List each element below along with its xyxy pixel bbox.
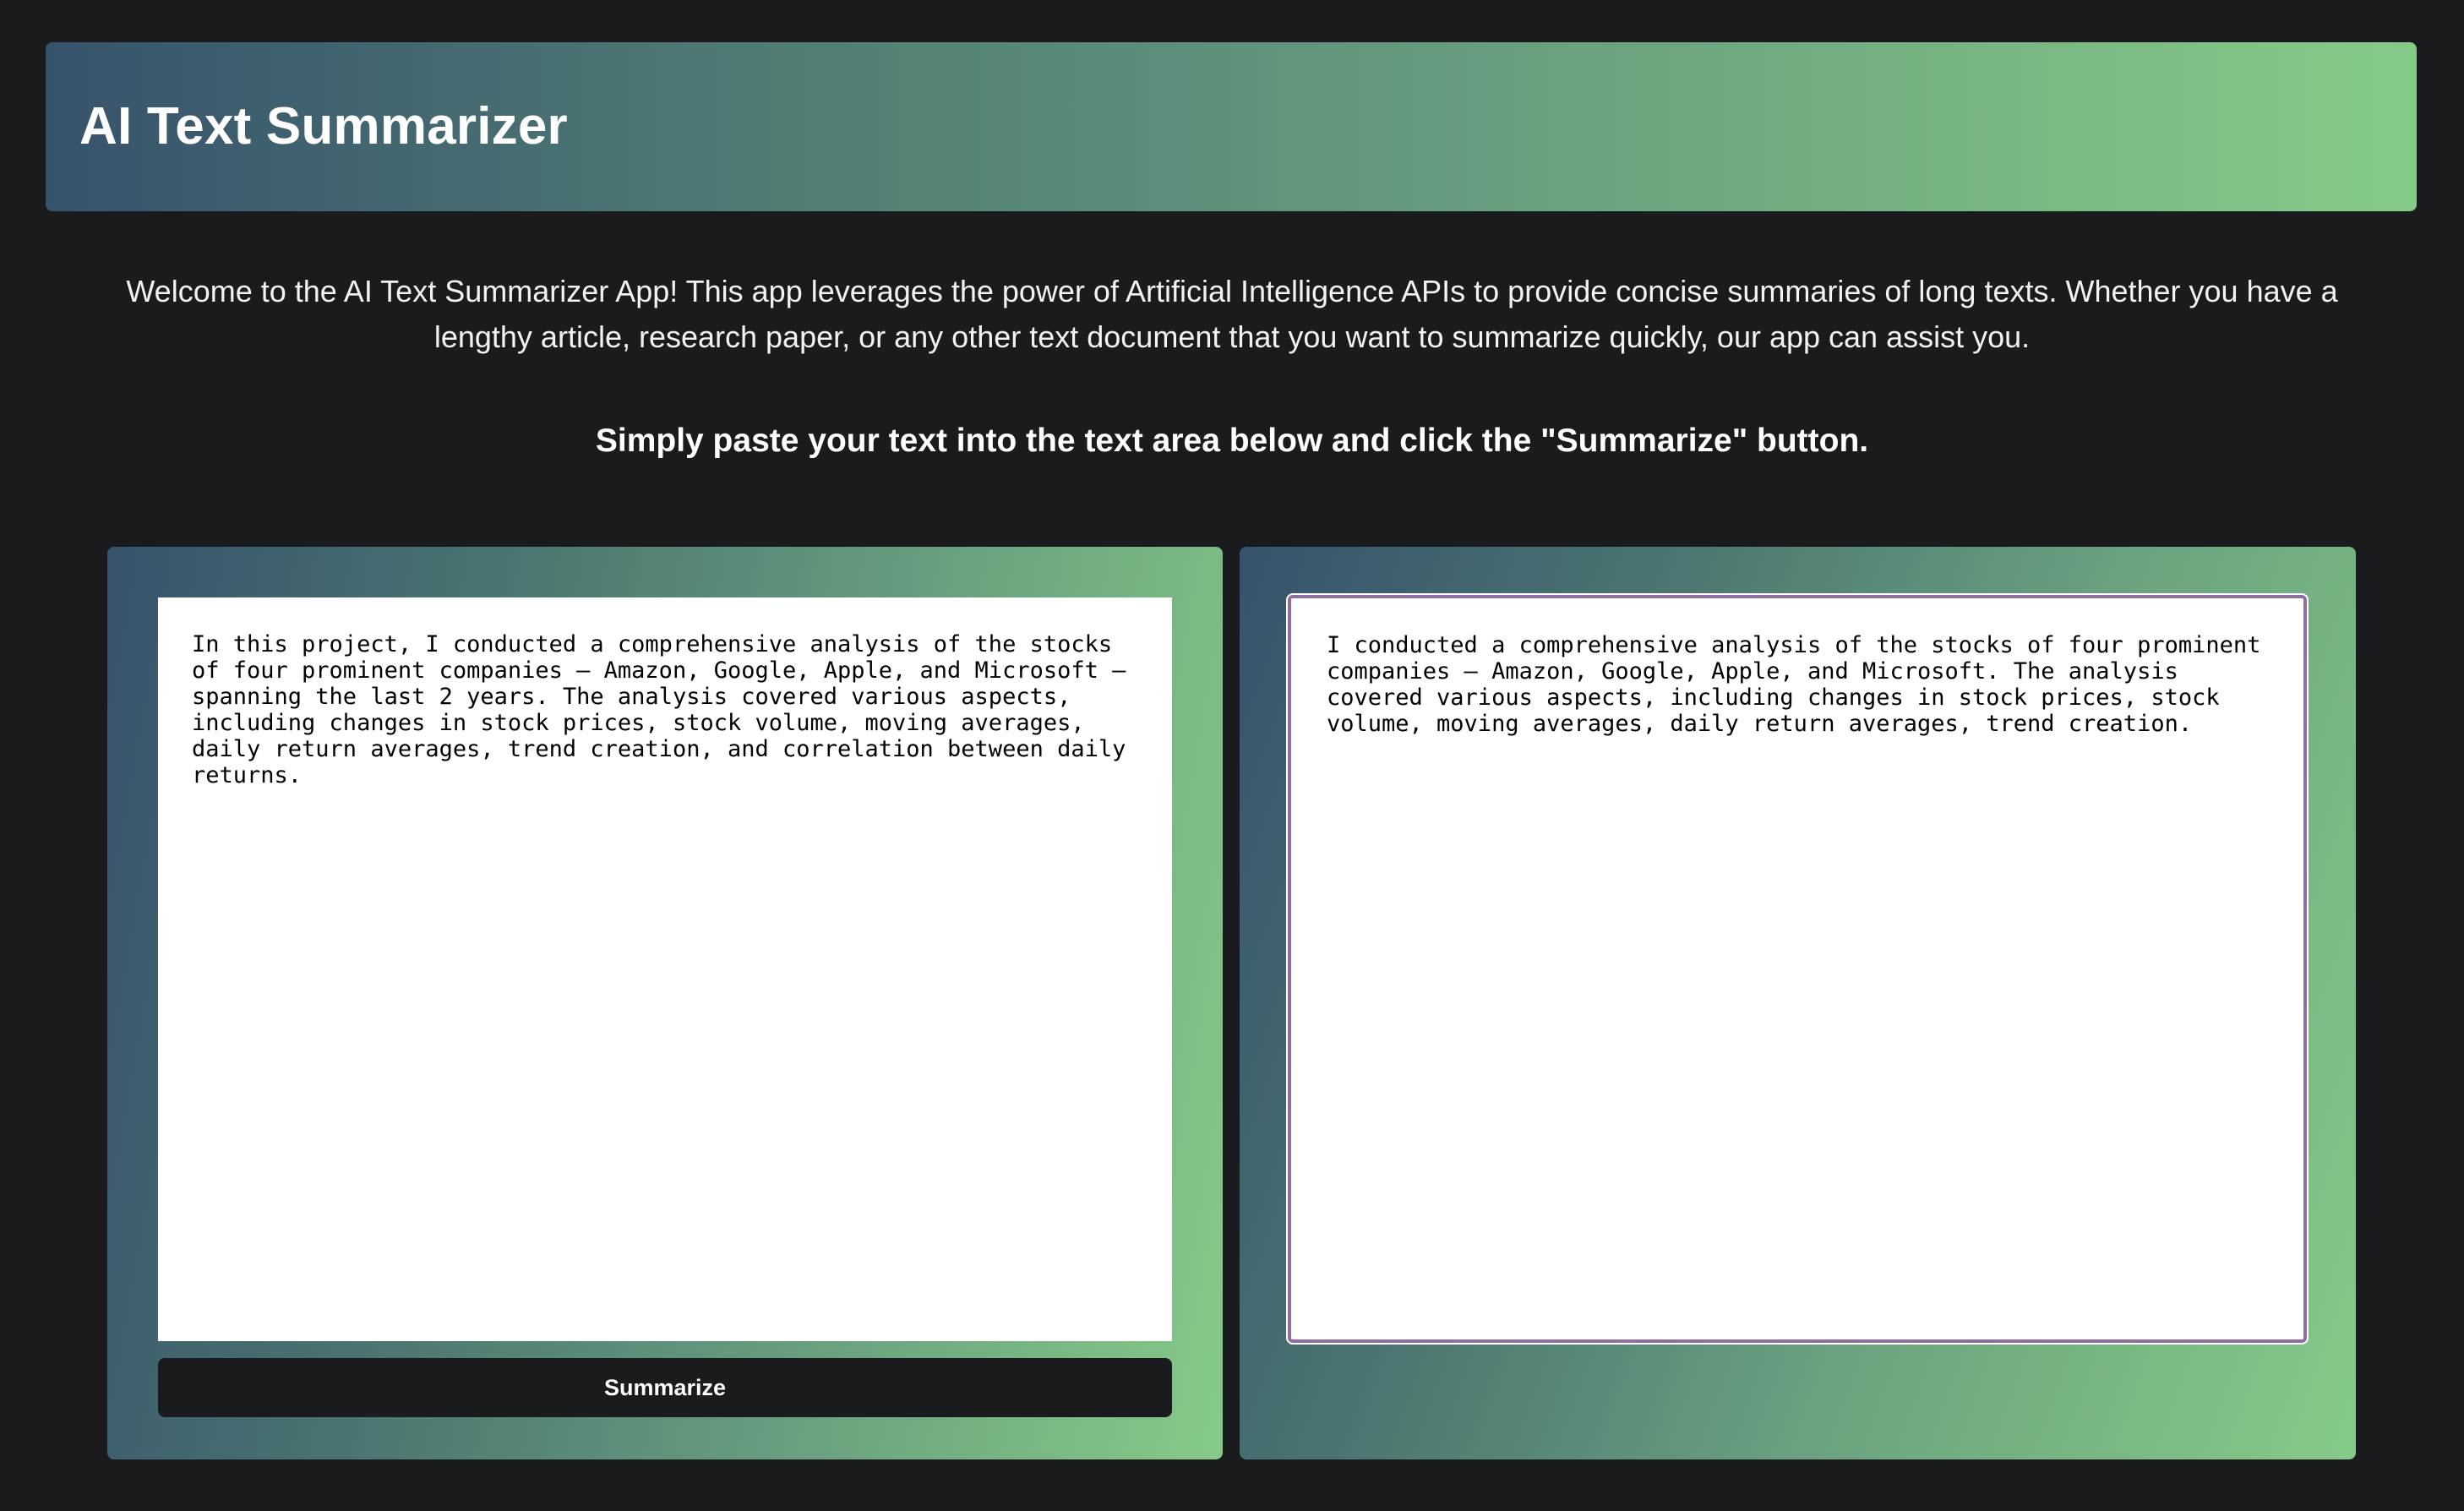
output-panel: I conducted a comprehensive analysis of …	[1240, 547, 2356, 1459]
app-header: AI Text Summarizer	[46, 42, 2417, 211]
summarize-button[interactable]: Summarize	[158, 1358, 1172, 1417]
input-textarea[interactable]: In this project, I conducted a comprehen…	[158, 597, 1172, 1341]
intro-text: Welcome to the AI Text Summarizer App! T…	[126, 274, 2338, 354]
instruction-text: Simply paste your text into the text are…	[595, 423, 1869, 459]
input-panel: In this project, I conducted a comprehen…	[107, 547, 1223, 1459]
summary-output-textarea[interactable]: I conducted a comprehensive analysis of …	[1288, 595, 2307, 1343]
page-title: AI Text Summarizer	[79, 97, 568, 155]
